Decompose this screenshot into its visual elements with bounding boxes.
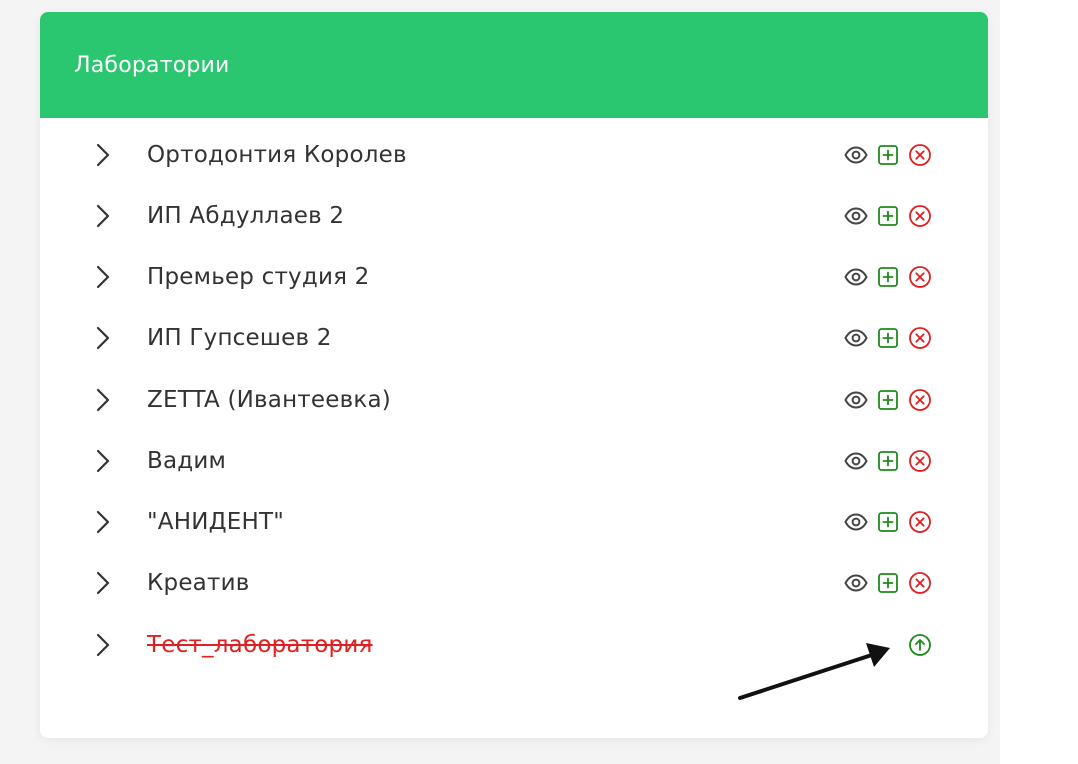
lab-name: ZETTA (Ивантеевка)	[147, 386, 391, 413]
lab-name: Креатив	[147, 570, 250, 597]
plus-square-icon[interactable]	[876, 388, 900, 412]
row-actions	[844, 449, 932, 473]
eye-icon[interactable]	[844, 143, 868, 167]
eye-icon[interactable]	[844, 204, 868, 228]
lab-row: Тест_лаборатория	[40, 614, 988, 675]
row-actions	[844, 326, 932, 350]
row-actions	[844, 510, 932, 534]
chevron-right-icon[interactable]	[94, 142, 112, 168]
chevron-right-icon[interactable]	[94, 632, 112, 658]
plus-square-icon[interactable]	[876, 204, 900, 228]
x-circle-icon[interactable]	[908, 204, 932, 228]
lab-name: ИП Абдуллаев 2	[147, 202, 345, 229]
lab-row: Креатив	[40, 553, 988, 614]
eye-icon[interactable]	[844, 449, 868, 473]
chevron-right-icon[interactable]	[94, 264, 112, 290]
eye-icon[interactable]	[844, 571, 868, 595]
row-actions	[908, 633, 932, 657]
x-circle-icon[interactable]	[908, 388, 932, 412]
eye-icon[interactable]	[844, 265, 868, 289]
row-actions	[844, 265, 932, 289]
chevron-right-icon[interactable]	[94, 509, 112, 535]
eye-icon[interactable]	[844, 326, 868, 350]
lab-row: ИП Абдуллаев 2	[40, 185, 988, 246]
chevron-right-icon[interactable]	[94, 325, 112, 351]
laboratories-list: Ортодонтия Королев ИП Абдуллаев 2 Премьер …	[40, 124, 988, 675]
x-circle-icon[interactable]	[908, 510, 932, 534]
card-header: Лаборатории	[40, 12, 988, 118]
plus-square-icon[interactable]	[876, 510, 900, 534]
lab-name: Премьер студия 2	[147, 264, 370, 291]
page: Лаборатории Ортодонтия Королев ИП Абдулла…	[0, 0, 1078, 764]
plus-square-icon[interactable]	[876, 571, 900, 595]
lab-row: ИП Гупсешев 2	[40, 308, 988, 369]
lab-name: "АНИДЕНТ"	[147, 509, 285, 536]
x-circle-icon[interactable]	[908, 571, 932, 595]
lab-name: Ортодонтия Королев	[147, 141, 407, 168]
plus-square-icon[interactable]	[876, 449, 900, 473]
row-actions	[844, 143, 932, 167]
lab-name: Тест_лаборатория	[147, 631, 373, 658]
lab-name: ИП Гупсешев 2	[147, 325, 332, 352]
chevron-right-icon[interactable]	[94, 448, 112, 474]
eye-icon[interactable]	[844, 388, 868, 412]
row-actions	[844, 571, 932, 595]
row-actions	[844, 204, 932, 228]
card-title: Лаборатории	[74, 52, 230, 78]
lab-row: Ортодонтия Королев	[40, 124, 988, 185]
lab-name: Вадим	[147, 447, 227, 474]
lab-row: "АНИДЕНТ"	[40, 492, 988, 553]
arrow-up-circle-icon[interactable]	[908, 633, 932, 657]
lab-row: Премьер студия 2	[40, 247, 988, 308]
x-circle-icon[interactable]	[908, 265, 932, 289]
plus-square-icon[interactable]	[876, 265, 900, 289]
x-circle-icon[interactable]	[908, 326, 932, 350]
row-actions	[844, 388, 932, 412]
laboratories-card: Лаборатории Ортодонтия Королев ИП Абдулла…	[40, 12, 988, 738]
eye-icon[interactable]	[844, 510, 868, 534]
chevron-right-icon[interactable]	[94, 387, 112, 413]
lab-row: Вадим	[40, 430, 988, 491]
chevron-right-icon[interactable]	[94, 570, 112, 596]
plus-square-icon[interactable]	[876, 143, 900, 167]
plus-square-icon[interactable]	[876, 326, 900, 350]
chevron-right-icon[interactable]	[94, 203, 112, 229]
x-circle-icon[interactable]	[908, 449, 932, 473]
x-circle-icon[interactable]	[908, 143, 932, 167]
lab-row: ZETTA (Ивантеевка)	[40, 369, 988, 430]
